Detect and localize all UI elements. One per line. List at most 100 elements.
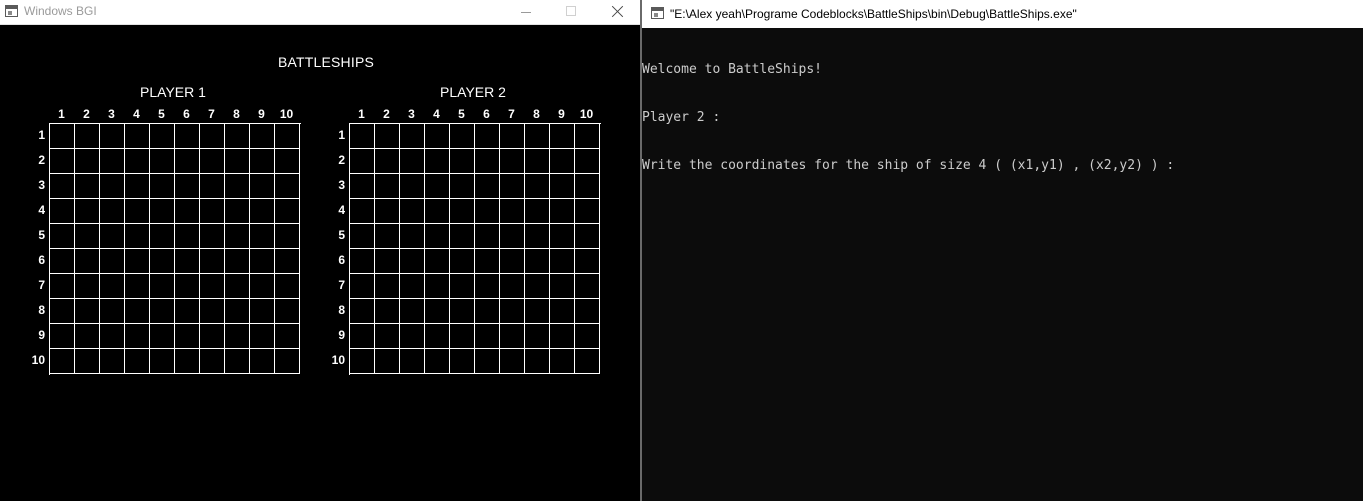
board-cell[interactable] <box>150 149 175 174</box>
minimize-button[interactable] <box>503 0 549 24</box>
board-cell[interactable] <box>500 149 525 174</box>
board-cell[interactable] <box>475 224 500 249</box>
board-cell[interactable] <box>475 174 500 199</box>
board-cell[interactable] <box>575 249 600 274</box>
board-cell[interactable] <box>100 349 125 374</box>
board-cell[interactable] <box>75 149 100 174</box>
board-cell[interactable] <box>250 349 275 374</box>
board-cell[interactable] <box>175 324 200 349</box>
board-cell[interactable] <box>200 249 225 274</box>
board-cell[interactable] <box>500 199 525 224</box>
board-cell[interactable] <box>100 199 125 224</box>
board-cell[interactable] <box>150 199 175 224</box>
board-cell[interactable] <box>275 299 300 324</box>
maximize-button[interactable] <box>549 0 595 24</box>
board-cell[interactable] <box>525 124 550 149</box>
board-cell[interactable] <box>275 324 300 349</box>
board-cell[interactable] <box>425 224 450 249</box>
board-cell[interactable] <box>225 149 250 174</box>
board-cell[interactable] <box>250 249 275 274</box>
board-cell[interactable] <box>575 274 600 299</box>
board-cell[interactable] <box>250 299 275 324</box>
board-cell[interactable] <box>125 124 150 149</box>
board-cell[interactable] <box>350 349 375 374</box>
board-cell[interactable] <box>400 224 425 249</box>
board-cell[interactable] <box>175 174 200 199</box>
board-cell[interactable] <box>350 274 375 299</box>
board-cell[interactable] <box>125 249 150 274</box>
board-cell[interactable] <box>375 174 400 199</box>
board-cell[interactable] <box>350 199 375 224</box>
board-cell[interactable] <box>250 274 275 299</box>
board-cell[interactable] <box>50 299 75 324</box>
board-cell[interactable] <box>375 324 400 349</box>
board-cell[interactable] <box>475 349 500 374</box>
board-cell[interactable] <box>200 149 225 174</box>
board-cell[interactable] <box>525 299 550 324</box>
board-cell[interactable] <box>575 174 600 199</box>
board-cell[interactable] <box>125 174 150 199</box>
board-cell[interactable] <box>500 249 525 274</box>
board-cell[interactable] <box>250 149 275 174</box>
board-cell[interactable] <box>350 299 375 324</box>
board-cell[interactable] <box>500 274 525 299</box>
board-cell[interactable] <box>550 199 575 224</box>
board-cell[interactable] <box>525 174 550 199</box>
board-cell[interactable] <box>50 349 75 374</box>
board-cell[interactable] <box>550 324 575 349</box>
board-cell[interactable] <box>475 324 500 349</box>
board-cell[interactable] <box>350 124 375 149</box>
close-button[interactable] <box>594 0 640 24</box>
board-cell[interactable] <box>125 349 150 374</box>
board-cell[interactable] <box>475 149 500 174</box>
board-cell[interactable] <box>550 149 575 174</box>
board-cell[interactable] <box>275 349 300 374</box>
board-cell[interactable] <box>550 299 575 324</box>
board-cell[interactable] <box>575 324 600 349</box>
board-cell[interactable] <box>450 174 475 199</box>
board-cell[interactable] <box>100 149 125 174</box>
board-cell[interactable] <box>200 224 225 249</box>
board-cell[interactable] <box>225 224 250 249</box>
board-cell[interactable] <box>175 149 200 174</box>
board-cell[interactable] <box>100 124 125 149</box>
board-cell[interactable] <box>500 349 525 374</box>
board-cell[interactable] <box>375 224 400 249</box>
board-cell[interactable] <box>100 299 125 324</box>
board-cell[interactable] <box>125 274 150 299</box>
board-cell[interactable] <box>425 274 450 299</box>
board-cell[interactable] <box>225 174 250 199</box>
board-cell[interactable] <box>350 249 375 274</box>
board-cell[interactable] <box>500 224 525 249</box>
board-cell[interactable] <box>250 224 275 249</box>
board-cell[interactable] <box>350 149 375 174</box>
board-cell[interactable] <box>425 249 450 274</box>
board-cell[interactable] <box>75 299 100 324</box>
board-cell[interactable] <box>500 299 525 324</box>
board-cell[interactable] <box>275 249 300 274</box>
board-cell[interactable] <box>225 349 250 374</box>
board-cell[interactable] <box>75 349 100 374</box>
board-cell[interactable] <box>225 324 250 349</box>
board-cell[interactable] <box>175 224 200 249</box>
board-cell[interactable] <box>200 199 225 224</box>
console-title-bar[interactable]: "E:\Alex yeah\Programe Codeblocks\Battle… <box>642 0 1363 28</box>
board-cell[interactable] <box>125 299 150 324</box>
board-cell[interactable] <box>400 124 425 149</box>
board-cell[interactable] <box>500 324 525 349</box>
board-cell[interactable] <box>225 199 250 224</box>
board-cell[interactable] <box>175 274 200 299</box>
board-cell[interactable] <box>100 274 125 299</box>
board-cell[interactable] <box>50 249 75 274</box>
board-cell[interactable] <box>450 249 475 274</box>
board-cell[interactable] <box>525 199 550 224</box>
board-cell[interactable] <box>475 299 500 324</box>
board-cell[interactable] <box>125 224 150 249</box>
board-grid[interactable] <box>349 123 601 375</box>
board-cell[interactable] <box>250 174 275 199</box>
board-cell[interactable] <box>75 324 100 349</box>
board-cell[interactable] <box>175 199 200 224</box>
board-cell[interactable] <box>75 274 100 299</box>
board-cell[interactable] <box>200 349 225 374</box>
board-cell[interactable] <box>150 299 175 324</box>
